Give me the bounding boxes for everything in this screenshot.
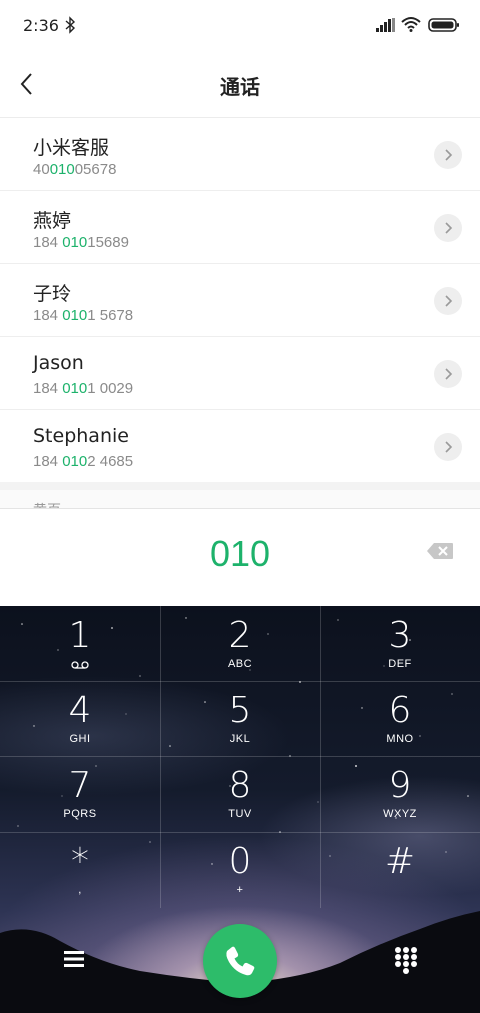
key-digit: * [71,841,89,882]
key-9[interactable]: 9 WXYZ [320,756,480,831]
header: 通话 [0,52,480,116]
keypad-area: 1 2 ABC 3 DEF 4 GHI 5 JKL 6 MNO 7 PQRS 8… [0,606,480,1013]
key-2[interactable]: 2 ABC [160,606,320,681]
contact-detail-button[interactable] [434,360,462,388]
bluetooth-icon [65,16,76,34]
contact-detail-button[interactable] [434,141,462,169]
contact-row[interactable]: 小米客服 4001005678 [0,118,480,191]
key-digit: 5 [228,690,252,731]
key-8[interactable]: 8 TUV [160,756,320,831]
key-0[interactable]: 0 + [160,832,320,907]
section-header-peek: 黄页 [0,490,480,508]
wifi-icon [401,17,421,32]
key-letters: TUV [228,808,252,820]
section-divider [0,482,480,490]
menu-icon[interactable] [63,949,85,969]
key-digit: 9 [388,765,412,806]
contact-list: 小米客服 4001005678 燕婷 184 01015689 子玲 184 0… [0,117,480,483]
key-5[interactable]: 5 JKL [160,681,320,756]
contact-detail-button[interactable] [434,214,462,242]
key-letters: JKL [229,733,251,745]
contact-name: Stephanie [33,425,129,447]
key-letters: WXYZ [383,808,417,820]
key-digit: 6 [388,690,412,731]
key-digit: 3 [388,615,412,656]
status-bar: 2:36 [0,0,480,52]
status-time: 2:36 [23,16,59,35]
key-letters: GHI [69,733,91,745]
key-digit: 0 [228,841,252,882]
key-digit: # [384,841,416,882]
contact-row[interactable]: 子玲 184 0101 5678 [0,264,480,337]
key-letters: MNO [386,733,414,745]
key-3[interactable]: 3 DEF [320,606,480,681]
key-6[interactable]: 6 MNO [320,681,480,756]
contact-name: 燕婷 [33,210,72,232]
call-button[interactable] [203,924,277,998]
key-digit: 7 [68,765,92,806]
backspace-icon[interactable] [425,541,455,561]
key-letters: + [236,884,244,896]
dialpad-icon[interactable] [394,946,418,974]
contact-detail-button[interactable] [434,433,462,461]
key-7[interactable]: 7 PQRS [0,756,160,831]
key-digit: 2 [228,615,252,656]
dial-input[interactable]: 010 [0,533,480,575]
contact-name: 子玲 [33,283,72,305]
contact-number: 184 0101 5678 [33,307,134,324]
contact-row[interactable]: 燕婷 184 01015689 [0,191,480,264]
contact-number: 4001005678 [33,161,117,178]
chevron-right-icon [445,295,453,307]
chevron-right-icon [445,149,453,161]
contact-detail-button[interactable] [434,287,462,315]
voicemail-icon [71,661,89,669]
key-letters: , [78,884,82,896]
key-letters: ABC [227,658,253,670]
battery-icon [428,18,459,32]
contact-row[interactable]: Stephanie 184 0102 4685 [0,410,480,483]
key-hash[interactable]: # [320,832,480,907]
key-star[interactable]: * , [0,832,160,907]
contact-number: 184 01015689 [33,234,129,251]
signal-icon [376,18,395,32]
key-4[interactable]: 4 GHI [0,681,160,756]
key-digit: 8 [228,765,252,806]
contact-name: Jason [33,352,84,374]
keypad: 1 2 ABC 3 DEF 4 GHI 5 JKL 6 MNO 7 PQRS 8… [0,606,480,908]
dial-input-area: 010 [0,508,480,606]
contact-number: 184 0101 0029 [33,380,134,397]
phone-icon [226,946,255,976]
contact-row[interactable]: Jason 184 0101 0029 [0,337,480,410]
key-letters: PQRS [63,808,97,820]
chevron-right-icon [445,368,453,380]
contact-number: 184 0102 4685 [33,453,134,470]
key-1[interactable]: 1 [0,606,160,681]
section-header-label: 黄页 [33,500,61,508]
page-title: 通话 [220,75,260,99]
key-digit: 4 [68,690,92,731]
key-letters: DEF [388,658,412,670]
chevron-right-icon [445,441,453,453]
contact-name: 小米客服 [33,137,110,159]
chevron-right-icon [445,222,453,234]
key-digit: 1 [68,615,92,656]
